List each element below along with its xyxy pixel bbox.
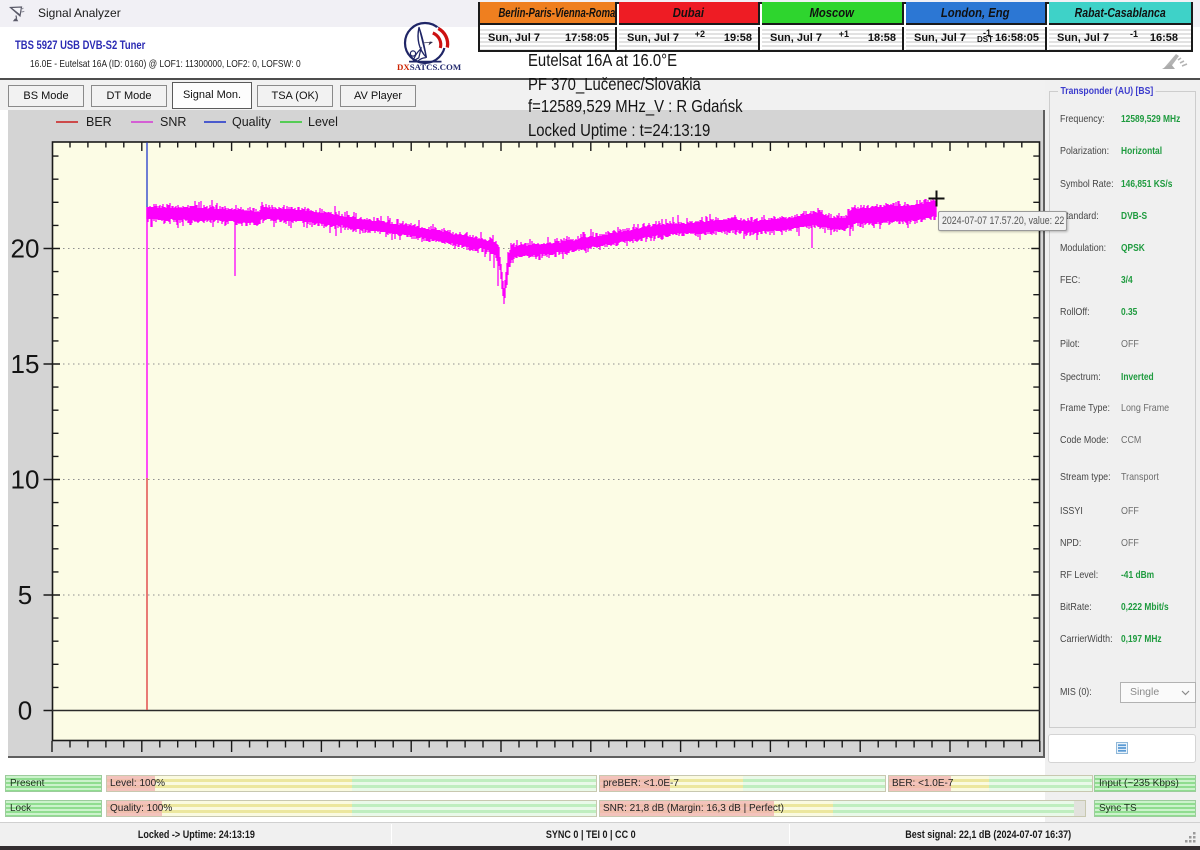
svg-text:5: 5 [18,580,32,610]
svg-text:20: 20 [11,234,40,264]
svg-text:0: 0 [18,696,32,726]
svg-text:10: 10 [11,465,40,495]
svg-text:15: 15 [11,349,40,379]
